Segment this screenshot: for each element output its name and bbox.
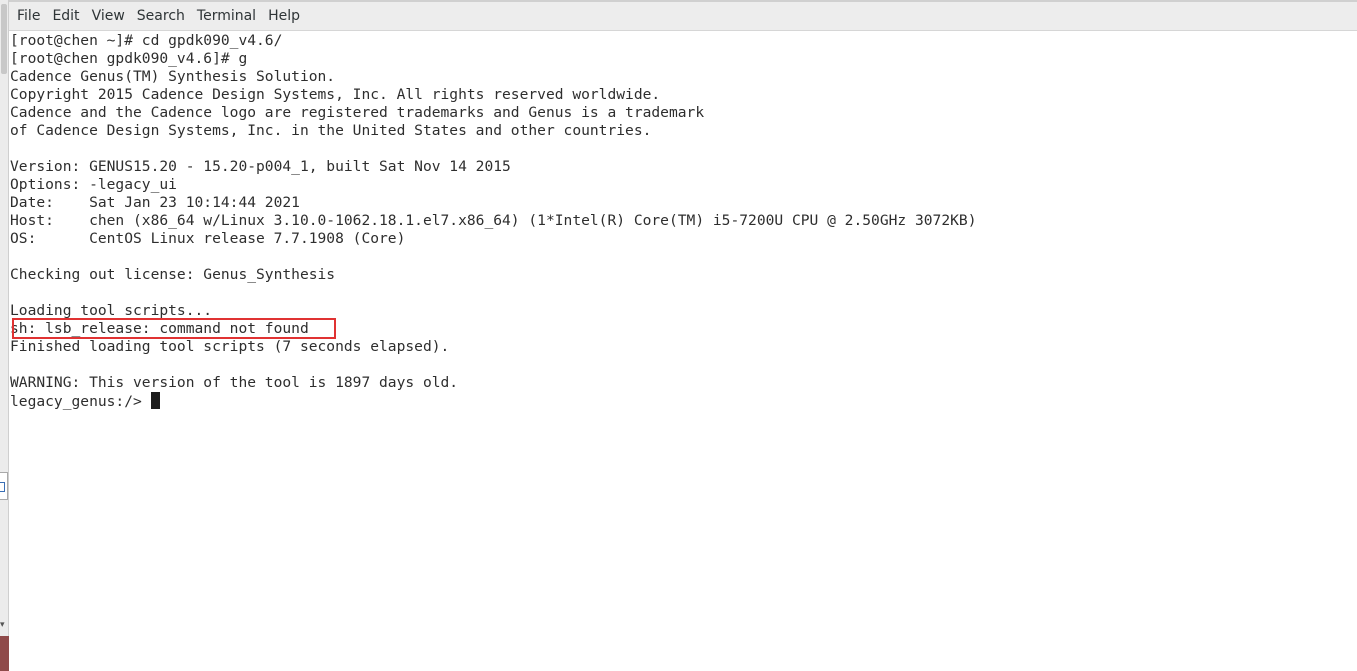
terminal-line: [root@chen gpdk090_v4.6]# g (10, 50, 248, 67)
terminal-line: Date: Sat Jan 23 10:14:44 2021 (10, 194, 300, 211)
menubar: File Edit View Search Terminal Help (9, 2, 1357, 31)
terminal-line: Copyright 2015 Cadence Design Systems, I… (10, 86, 661, 103)
expand-arrow-icon[interactable]: ▾ (0, 620, 5, 630)
terminal-line: Host: chen (x86_64 w/Linux 3.10.0-1062.1… (10, 212, 977, 229)
terminal-line: Version: GENUS15.20 - 15.20-p004_1, buil… (10, 158, 511, 175)
menu-edit[interactable]: Edit (48, 2, 87, 30)
terminal-line: WARNING: This version of the tool is 189… (10, 374, 459, 391)
prompt-line[interactable]: legacy_genus:/> (10, 392, 1350, 410)
terminal-line: Options: -legacy_ui (10, 176, 177, 193)
terminal-line: [root@chen ~]# cd gpdk090_v4.6/ (10, 32, 283, 49)
menu-help[interactable]: Help (264, 2, 308, 30)
terminal-output[interactable]: [root@chen ~]# cd gpdk090_v4.6/ [root@ch… (10, 32, 1350, 671)
left-window-edge: ▾ (0, 0, 9, 671)
terminal-line: Loading tool scripts... (10, 302, 213, 319)
terminal-line: Finished loading tool scripts (7 seconds… (10, 338, 450, 355)
terminal-line-error: sh: lsb_release: command not found (10, 320, 309, 337)
side-panel-handle-icon[interactable] (0, 472, 8, 500)
menu-terminal[interactable]: Terminal (193, 2, 264, 30)
taskbar-edge (0, 636, 9, 671)
terminal-line: Cadence and the Cadence logo are registe… (10, 104, 705, 121)
terminal-line: Cadence Genus(TM) Synthesis Solution. (10, 68, 336, 85)
menu-file[interactable]: File (13, 2, 48, 30)
menu-view[interactable]: View (88, 2, 133, 30)
shell-prompt: legacy_genus:/> (10, 393, 151, 410)
text-cursor (150, 392, 160, 409)
terminal-line: of Cadence Design Systems, Inc. in the U… (10, 122, 652, 139)
terminal-line: OS: CentOS Linux release 7.7.1908 (Core) (10, 230, 406, 247)
left-scrollbar-thumb[interactable] (1, 4, 7, 74)
terminal-line: Checking out license: Genus_Synthesis (10, 266, 336, 283)
menu-search[interactable]: Search (133, 2, 193, 30)
